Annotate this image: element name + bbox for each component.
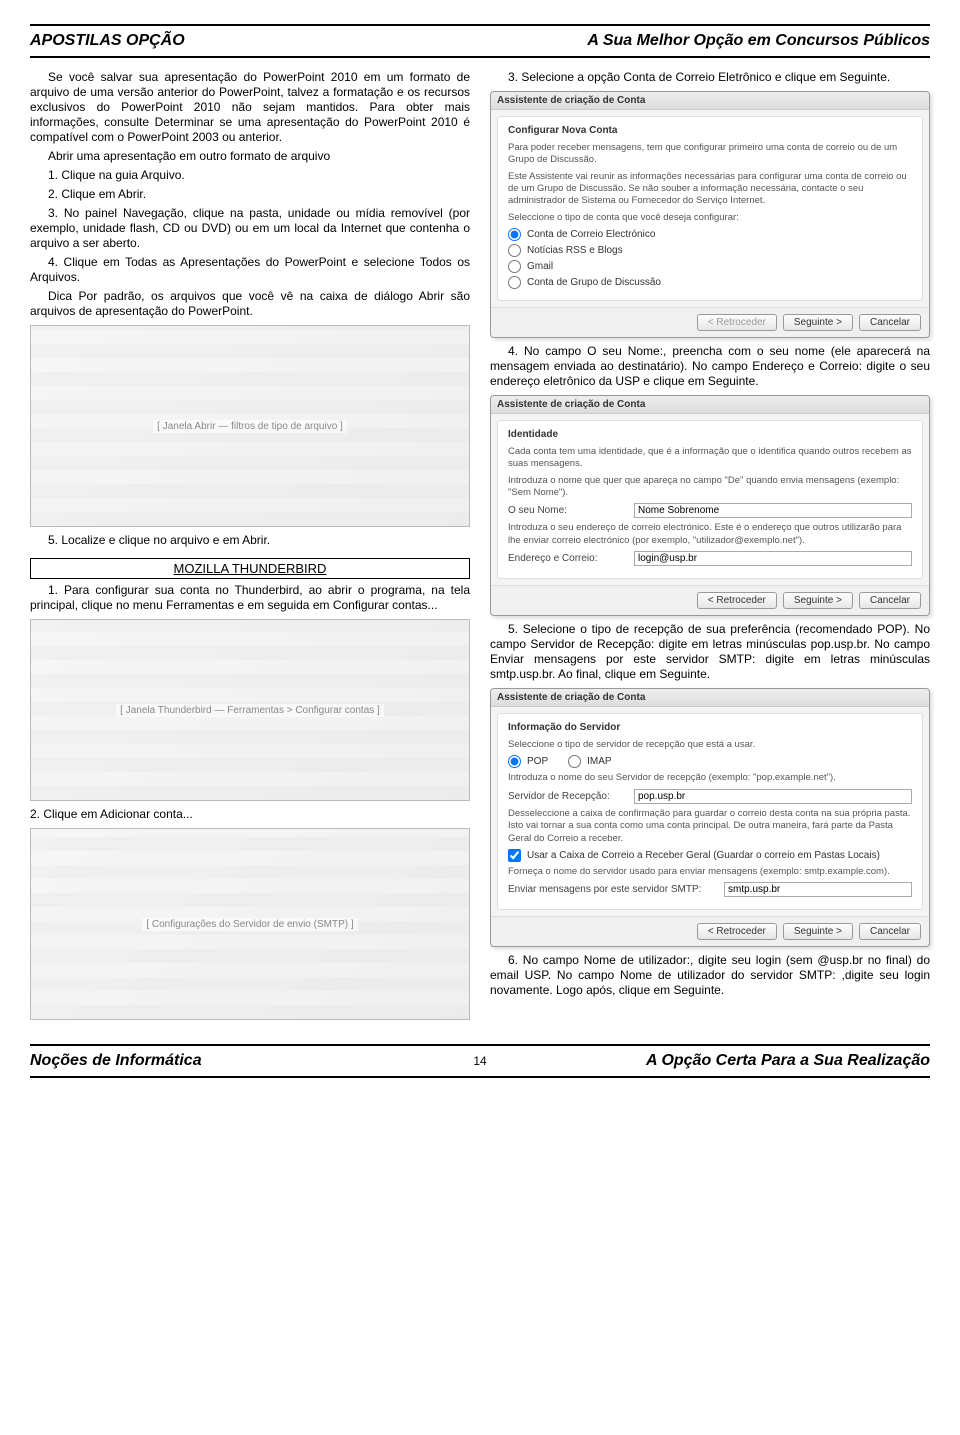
tb-step-3: 3. Selecione a opção Conta de Correio El… xyxy=(490,70,930,85)
next-button[interactable]: Seguinte > xyxy=(783,592,853,609)
left-column: Se você salvar sua apresentação do Power… xyxy=(30,66,470,1026)
open-step-3: 3. No painel Navegação, clique na pasta,… xyxy=(30,206,470,251)
recv-server-input[interactable] xyxy=(634,789,912,804)
screenshot-tb-main: [ Janela Thunderbird — Ferramentas > Con… xyxy=(30,619,470,801)
open-step-2: 2. Clique em Abrir. xyxy=(30,187,470,202)
radio-imap-label: IMAP xyxy=(587,756,611,767)
email-input[interactable] xyxy=(634,551,912,566)
page-number: 14 xyxy=(473,1054,486,1068)
dialog-note: Introduza o seu endereço de correio elec… xyxy=(508,522,912,547)
wizard-dialog-server-info: Assistente de criação de Conta Informaçã… xyxy=(490,688,930,947)
dialog-subhead: Informação do Servidor xyxy=(508,722,912,733)
open-tip: Dica Por padrão, os arquivos que você vê… xyxy=(30,289,470,319)
email-field-label: Endereço e Correio: xyxy=(508,553,628,564)
footer-left: Noções de Informática xyxy=(30,1052,461,1070)
right-column: 3. Selecione a opção Conta de Correio El… xyxy=(490,66,930,1026)
dialog-note: Seleccione o tipo de conta que você dese… xyxy=(508,212,912,224)
header-right: A Sua Melhor Opção em Concursos Públicos xyxy=(587,32,930,50)
dialog-note: Para poder receber mensagens, tem que co… xyxy=(508,142,912,167)
intro-paragraph: Se você salvar sua apresentação do Power… xyxy=(30,70,470,145)
open-heading: Abrir uma apresentação em outro formato … xyxy=(30,149,470,164)
tb-step-6: 6. No campo Nome de utilizador:, digite … xyxy=(490,953,930,998)
radio-gmail[interactable] xyxy=(508,260,521,273)
tb-step-2: 2. Clique em Adicionar conta... xyxy=(30,807,470,822)
dialog-note: Este Assistente vai reunir as informaçõe… xyxy=(508,171,912,208)
cancel-button[interactable]: Cancelar xyxy=(859,314,921,331)
next-button[interactable]: Seguinte > xyxy=(783,314,853,331)
radio-email-account[interactable] xyxy=(508,228,521,241)
cancel-button[interactable]: Cancelar xyxy=(859,592,921,609)
back-button[interactable]: < Retroceder xyxy=(697,592,777,609)
radio-rss-label: Notícias RSS e Blogs xyxy=(527,245,623,256)
tb-step-4: 4. No campo O seu Nome:, preencha com o … xyxy=(490,344,930,389)
dialog-note: Cada conta tem uma identidade, que é a i… xyxy=(508,446,912,471)
header-left: APOSTILAS OPÇÃO xyxy=(30,32,185,50)
wizard-dialog-identity: Assistente de criação de Conta Identidad… xyxy=(490,395,930,616)
dialog-title: Assistente de criação de Conta xyxy=(491,396,929,414)
dialog-note: Introduza o nome que quer que apareça no… xyxy=(508,475,912,500)
wizard-dialog-account-type: Assistente de criação de Conta Configura… xyxy=(490,91,930,338)
back-button[interactable]: < Retroceder xyxy=(697,314,777,331)
radio-gmail-label: Gmail xyxy=(527,261,553,272)
radio-imap[interactable] xyxy=(568,755,581,768)
dialog-note: Seleccione o tipo de servidor de recepçã… xyxy=(508,739,912,751)
radio-newsgroup-label: Conta de Grupo de Discussão xyxy=(527,277,661,288)
screenshot-tb-smtp-settings: [ Configurações do Servidor de envio (SM… xyxy=(30,828,470,1020)
back-button[interactable]: < Retroceder xyxy=(697,923,777,940)
recv-server-label: Servidor de Recepção: xyxy=(508,791,628,802)
screenshot-open-dialog: [ Janela Abrir — filtros de tipo de arqu… xyxy=(30,325,470,527)
name-field-label: O seu Nome: xyxy=(508,505,628,516)
radio-newsgroup[interactable] xyxy=(508,276,521,289)
section-title-thunderbird: MOZILLA THUNDERBIRD xyxy=(30,558,470,579)
radio-pop-label: POP xyxy=(527,756,548,767)
smtp-server-input[interactable] xyxy=(724,882,912,897)
dialog-subhead: Configurar Nova Conta xyxy=(508,125,912,136)
dialog-note: Introduza o nome do seu Servidor de rece… xyxy=(508,772,912,784)
radio-pop[interactable] xyxy=(508,755,521,768)
name-input[interactable] xyxy=(634,503,912,518)
radio-rss[interactable] xyxy=(508,244,521,257)
dialog-subhead: Identidade xyxy=(508,429,912,440)
smtp-server-label: Enviar mensagens por este servidor SMTP: xyxy=(508,884,718,895)
tb-step-5: 5. Selecione o tipo de recepção de sua p… xyxy=(490,622,930,682)
tb-step-1: 1. Para configurar sua conta no Thunderb… xyxy=(30,583,470,613)
dialog-title: Assistente de criação de Conta xyxy=(491,92,929,110)
radio-email-account-label: Conta de Correio Electrónico xyxy=(527,229,655,240)
open-step-5: 5. Localize e clique no arquivo e em Abr… xyxy=(30,533,470,548)
open-step-1: 1. Clique na guia Arquivo. xyxy=(30,168,470,183)
footer-right: A Opção Certa Para a Sua Realização xyxy=(499,1052,930,1070)
dialog-title: Assistente de criação de Conta xyxy=(491,689,929,707)
open-step-4: 4. Clique em Todas as Apresentações do P… xyxy=(30,255,470,285)
dialog-note: Desseleccione a caixa de confirmação par… xyxy=(508,808,912,845)
cancel-button[interactable]: Cancelar xyxy=(859,923,921,940)
global-inbox-label: Usar a Caixa de Correio a Receber Geral … xyxy=(527,850,880,861)
next-button[interactable]: Seguinte > xyxy=(783,923,853,940)
global-inbox-checkbox[interactable] xyxy=(508,849,521,862)
dialog-note: Forneça o nome do servidor usado para en… xyxy=(508,866,912,878)
